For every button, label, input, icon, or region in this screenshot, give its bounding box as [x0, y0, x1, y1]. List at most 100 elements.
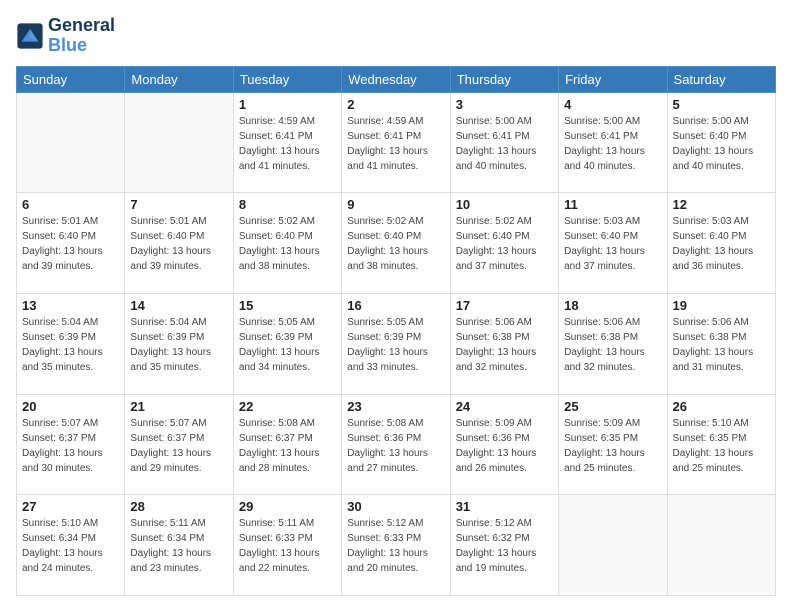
day-info: Sunrise: 5:01 AM Sunset: 6:40 PM Dayligh…: [22, 214, 119, 274]
day-number: 2: [347, 97, 444, 112]
day-number: 13: [22, 298, 119, 313]
logo-icon: [16, 22, 44, 50]
calendar-cell: 25 Sunrise: 5:09 AM Sunset: 6:35 PM Dayli…: [559, 394, 667, 495]
day-number: 30: [347, 499, 444, 514]
weekday-header: Friday: [559, 66, 667, 92]
day-number: 23: [347, 399, 444, 414]
day-info: Sunrise: 5:09 AM Sunset: 6:35 PM Dayligh…: [564, 416, 661, 476]
day-info: Sunrise: 5:02 AM Sunset: 6:40 PM Dayligh…: [239, 214, 336, 274]
day-info: Sunrise: 5:08 AM Sunset: 6:36 PM Dayligh…: [347, 416, 444, 476]
day-number: 20: [22, 399, 119, 414]
calendar-cell: [17, 92, 125, 193]
calendar-cell: 3 Sunrise: 5:00 AM Sunset: 6:41 PM Daylig…: [450, 92, 558, 193]
calendar-cell: 31Sunrise: 5:12 AM Sunset: 6:32 PM Dayli…: [450, 495, 558, 596]
day-number: 1: [239, 97, 336, 112]
calendar-cell: 28 Sunrise: 5:11 AM Sunset: 6:34 PM Dayli…: [125, 495, 233, 596]
day-number: 11: [564, 197, 661, 212]
day-info: Sunrise: 5:06 AM Sunset: 6:38 PM Dayligh…: [456, 315, 553, 375]
day-number: 25: [564, 399, 661, 414]
calendar-cell: 20 Sunrise: 5:07 AM Sunset: 6:37 PM Dayli…: [17, 394, 125, 495]
calendar-cell: 4 Sunrise: 5:00 AM Sunset: 6:41 PM Daylig…: [559, 92, 667, 193]
day-number: 8: [239, 197, 336, 212]
day-number: 24: [456, 399, 553, 414]
calendar-cell: [125, 92, 233, 193]
header: General Blue: [16, 16, 776, 56]
weekday-header: Thursday: [450, 66, 558, 92]
day-info: Sunrise: 5:10 AM Sunset: 6:34 PM Dayligh…: [22, 516, 119, 576]
weekday-header: Tuesday: [233, 66, 341, 92]
day-number: 3: [456, 97, 553, 112]
day-number: 18: [564, 298, 661, 313]
calendar-cell: 26 Sunrise: 5:10 AM Sunset: 6:35 PM Dayli…: [667, 394, 775, 495]
calendar-cell: 19 Sunrise: 5:06 AM Sunset: 6:38 PM Dayli…: [667, 293, 775, 394]
day-info: Sunrise: 5:11 AM Sunset: 6:34 PM Dayligh…: [130, 516, 227, 576]
calendar-cell: 1 Sunrise: 4:59 AM Sunset: 6:41 PM Daylig…: [233, 92, 341, 193]
calendar-cell: 9Sunrise: 5:02 AM Sunset: 6:40 PM Daylig…: [342, 193, 450, 294]
logo-text: General Blue: [48, 16, 115, 56]
day-number: 29: [239, 499, 336, 514]
day-info: Sunrise: 5:01 AM Sunset: 6:40 PM Dayligh…: [130, 214, 227, 274]
calendar-table: SundayMondayTuesdayWednesdayThursdayFrid…: [16, 66, 776, 596]
calendar-cell: 30 Sunrise: 5:12 AM Sunset: 6:33 PM Dayli…: [342, 495, 450, 596]
day-info: Sunrise: 5:02 AM Sunset: 6:40 PM Dayligh…: [456, 214, 553, 274]
calendar-cell: 13Sunrise: 5:04 AM Sunset: 6:39 PM Dayli…: [17, 293, 125, 394]
calendar-cell: 16 Sunrise: 5:05 AM Sunset: 6:39 PM Dayli…: [342, 293, 450, 394]
day-number: 26: [673, 399, 770, 414]
day-info: Sunrise: 5:00 AM Sunset: 6:41 PM Dayligh…: [564, 114, 661, 174]
calendar-cell: 12 Sunrise: 5:03 AM Sunset: 6:40 PM Dayli…: [667, 193, 775, 294]
day-number: 10: [456, 197, 553, 212]
calendar-cell: 29 Sunrise: 5:11 AM Sunset: 6:33 PM Dayli…: [233, 495, 341, 596]
calendar-cell: 2 Sunrise: 4:59 AM Sunset: 6:41 PM Daylig…: [342, 92, 450, 193]
calendar-cell: 7 Sunrise: 5:01 AM Sunset: 6:40 PM Daylig…: [125, 193, 233, 294]
day-number: 21: [130, 399, 227, 414]
logo: General Blue: [16, 16, 115, 56]
day-info: Sunrise: 5:03 AM Sunset: 6:40 PM Dayligh…: [564, 214, 661, 274]
calendar-cell: 27 Sunrise: 5:10 AM Sunset: 6:34 PM Dayli…: [17, 495, 125, 596]
day-number: 16: [347, 298, 444, 313]
calendar-cell: 14Sunrise: 5:04 AM Sunset: 6:39 PM Dayli…: [125, 293, 233, 394]
weekday-header: Saturday: [667, 66, 775, 92]
day-info: Sunrise: 5:06 AM Sunset: 6:38 PM Dayligh…: [673, 315, 770, 375]
day-number: 6: [22, 197, 119, 212]
day-info: Sunrise: 5:08 AM Sunset: 6:37 PM Dayligh…: [239, 416, 336, 476]
day-number: 14: [130, 298, 227, 313]
day-info: Sunrise: 5:03 AM Sunset: 6:40 PM Dayligh…: [673, 214, 770, 274]
calendar-cell: 5 Sunrise: 5:00 AM Sunset: 6:40 PM Daylig…: [667, 92, 775, 193]
day-info: Sunrise: 4:59 AM Sunset: 6:41 PM Dayligh…: [239, 114, 336, 174]
calendar-cell: [559, 495, 667, 596]
weekday-header: Wednesday: [342, 66, 450, 92]
calendar-cell: 8 Sunrise: 5:02 AM Sunset: 6:40 PM Daylig…: [233, 193, 341, 294]
day-number: 31: [456, 499, 553, 514]
day-info: Sunrise: 5:00 AM Sunset: 6:41 PM Dayligh…: [456, 114, 553, 174]
day-number: 28: [130, 499, 227, 514]
day-info: Sunrise: 5:05 AM Sunset: 6:39 PM Dayligh…: [239, 315, 336, 375]
day-number: 15: [239, 298, 336, 313]
day-number: 19: [673, 298, 770, 313]
day-number: 27: [22, 499, 119, 514]
day-number: 7: [130, 197, 227, 212]
day-info: Sunrise: 5:07 AM Sunset: 6:37 PM Dayligh…: [22, 416, 119, 476]
page: General Blue SundayMondayTuesdayWednesda…: [0, 0, 792, 612]
weekday-header: Sunday: [17, 66, 125, 92]
day-info: Sunrise: 4:59 AM Sunset: 6:41 PM Dayligh…: [347, 114, 444, 174]
day-info: Sunrise: 5:06 AM Sunset: 6:38 PM Dayligh…: [564, 315, 661, 375]
calendar-cell: 11 Sunrise: 5:03 AM Sunset: 6:40 PM Dayli…: [559, 193, 667, 294]
calendar-cell: 15 Sunrise: 5:05 AM Sunset: 6:39 PM Dayli…: [233, 293, 341, 394]
day-info: Sunrise: 5:00 AM Sunset: 6:40 PM Dayligh…: [673, 114, 770, 174]
day-info: Sunrise: 5:10 AM Sunset: 6:35 PM Dayligh…: [673, 416, 770, 476]
calendar-cell: 18 Sunrise: 5:06 AM Sunset: 6:38 PM Dayli…: [559, 293, 667, 394]
day-number: 5: [673, 97, 770, 112]
day-number: 12: [673, 197, 770, 212]
day-number: 4: [564, 97, 661, 112]
calendar-cell: 17Sunrise: 5:06 AM Sunset: 6:38 PM Dayli…: [450, 293, 558, 394]
day-info: Sunrise: 5:11 AM Sunset: 6:33 PM Dayligh…: [239, 516, 336, 576]
day-info: Sunrise: 5:12 AM Sunset: 6:33 PM Dayligh…: [347, 516, 444, 576]
calendar-cell: 24 Sunrise: 5:09 AM Sunset: 6:36 PM Dayli…: [450, 394, 558, 495]
calendar-cell: [667, 495, 775, 596]
day-info: Sunrise: 5:07 AM Sunset: 6:37 PM Dayligh…: [130, 416, 227, 476]
calendar-cell: 10 Sunrise: 5:02 AM Sunset: 6:40 PM Dayli…: [450, 193, 558, 294]
day-info: Sunrise: 5:09 AM Sunset: 6:36 PM Dayligh…: [456, 416, 553, 476]
calendar-cell: 22Sunrise: 5:08 AM Sunset: 6:37 PM Dayli…: [233, 394, 341, 495]
calendar-cell: 6 Sunrise: 5:01 AM Sunset: 6:40 PM Daylig…: [17, 193, 125, 294]
day-info: Sunrise: 5:05 AM Sunset: 6:39 PM Dayligh…: [347, 315, 444, 375]
